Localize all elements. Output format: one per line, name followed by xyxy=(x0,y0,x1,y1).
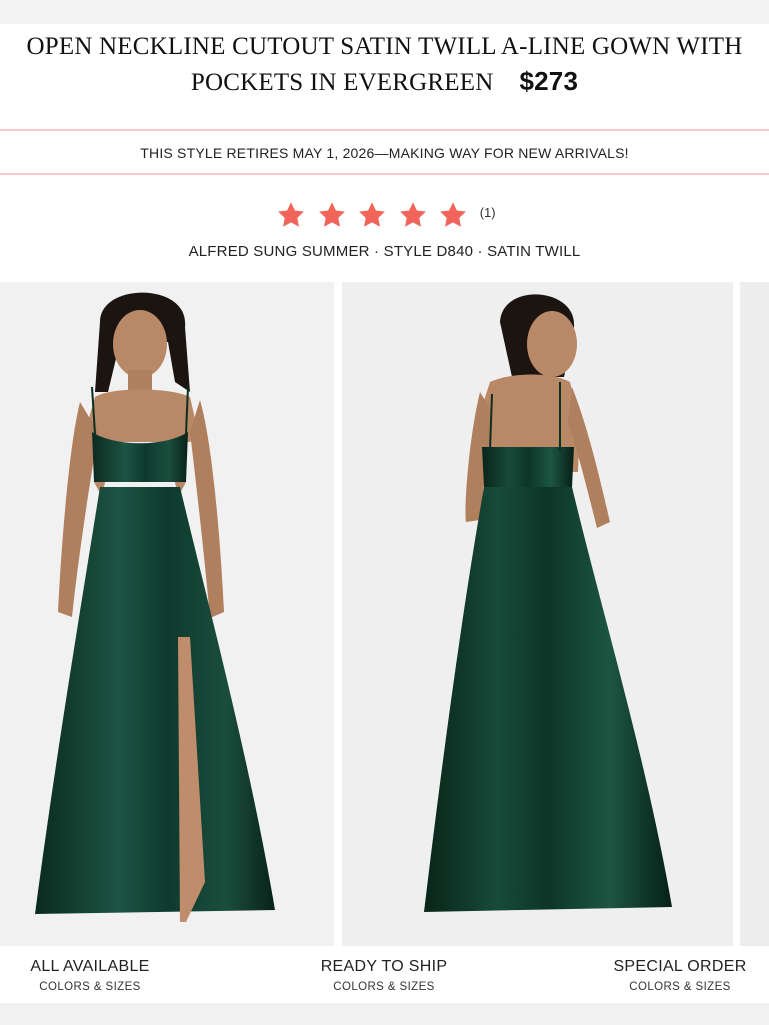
filter-special-order[interactable]: SPECIAL ORDER COLORS & SIZES xyxy=(580,958,769,993)
model-front-illustration xyxy=(35,292,275,922)
retirement-notice: THIS STYLE RETIRES MAY 1, 2026—MAKING WA… xyxy=(0,129,769,175)
product-image-front[interactable] xyxy=(0,282,334,946)
filter-label: SPECIAL ORDER xyxy=(613,958,747,975)
star-icon xyxy=(359,202,386,227)
product-image-next-peek[interactable] xyxy=(740,282,769,946)
filter-sublabel: COLORS & SIZES xyxy=(39,981,141,993)
star-icon xyxy=(278,202,305,227)
product-title: OPEN NECKLINE CUTOUT SATIN TWILL A-LINE … xyxy=(0,30,769,100)
filter-sublabel: COLORS & SIZES xyxy=(629,981,731,993)
filter-sublabel: COLORS & SIZES xyxy=(333,981,435,993)
filter-label: ALL AVAILABLE xyxy=(30,958,150,975)
star-icon xyxy=(319,202,345,227)
filter-all-available[interactable]: ALL AVAILABLE COLORS & SIZES xyxy=(0,958,190,993)
product-price: $273 xyxy=(519,66,579,96)
filter-ready-to-ship[interactable]: READY TO SHIP COLORS & SIZES xyxy=(284,958,484,993)
rating[interactable]: (1) xyxy=(0,200,769,234)
review-count[interactable]: (1) xyxy=(480,205,496,220)
bottom-strip xyxy=(0,1003,769,1025)
product-title-line-2-text: POCKETS IN EVERGREEN xyxy=(190,69,494,96)
model-back-illustration xyxy=(424,294,672,912)
filter-label: READY TO SHIP xyxy=(320,958,448,975)
product-title-line-2: POCKETS IN EVERGREEN $273 xyxy=(0,64,769,100)
availability-filters: ALL AVAILABLE COLORS & SIZES READY TO SH… xyxy=(0,958,769,1002)
star-icon xyxy=(440,202,467,227)
star-icon xyxy=(399,202,426,227)
star-rating[interactable] xyxy=(273,200,471,230)
product-meta: ALFRED SUNG SUMMER · STYLE D840 · SATIN … xyxy=(188,243,581,260)
product-title-line-1: OPEN NECKLINE CUTOUT SATIN TWILL A-LINE … xyxy=(26,33,743,60)
product-image-back[interactable] xyxy=(342,282,733,946)
top-strip xyxy=(0,0,769,24)
